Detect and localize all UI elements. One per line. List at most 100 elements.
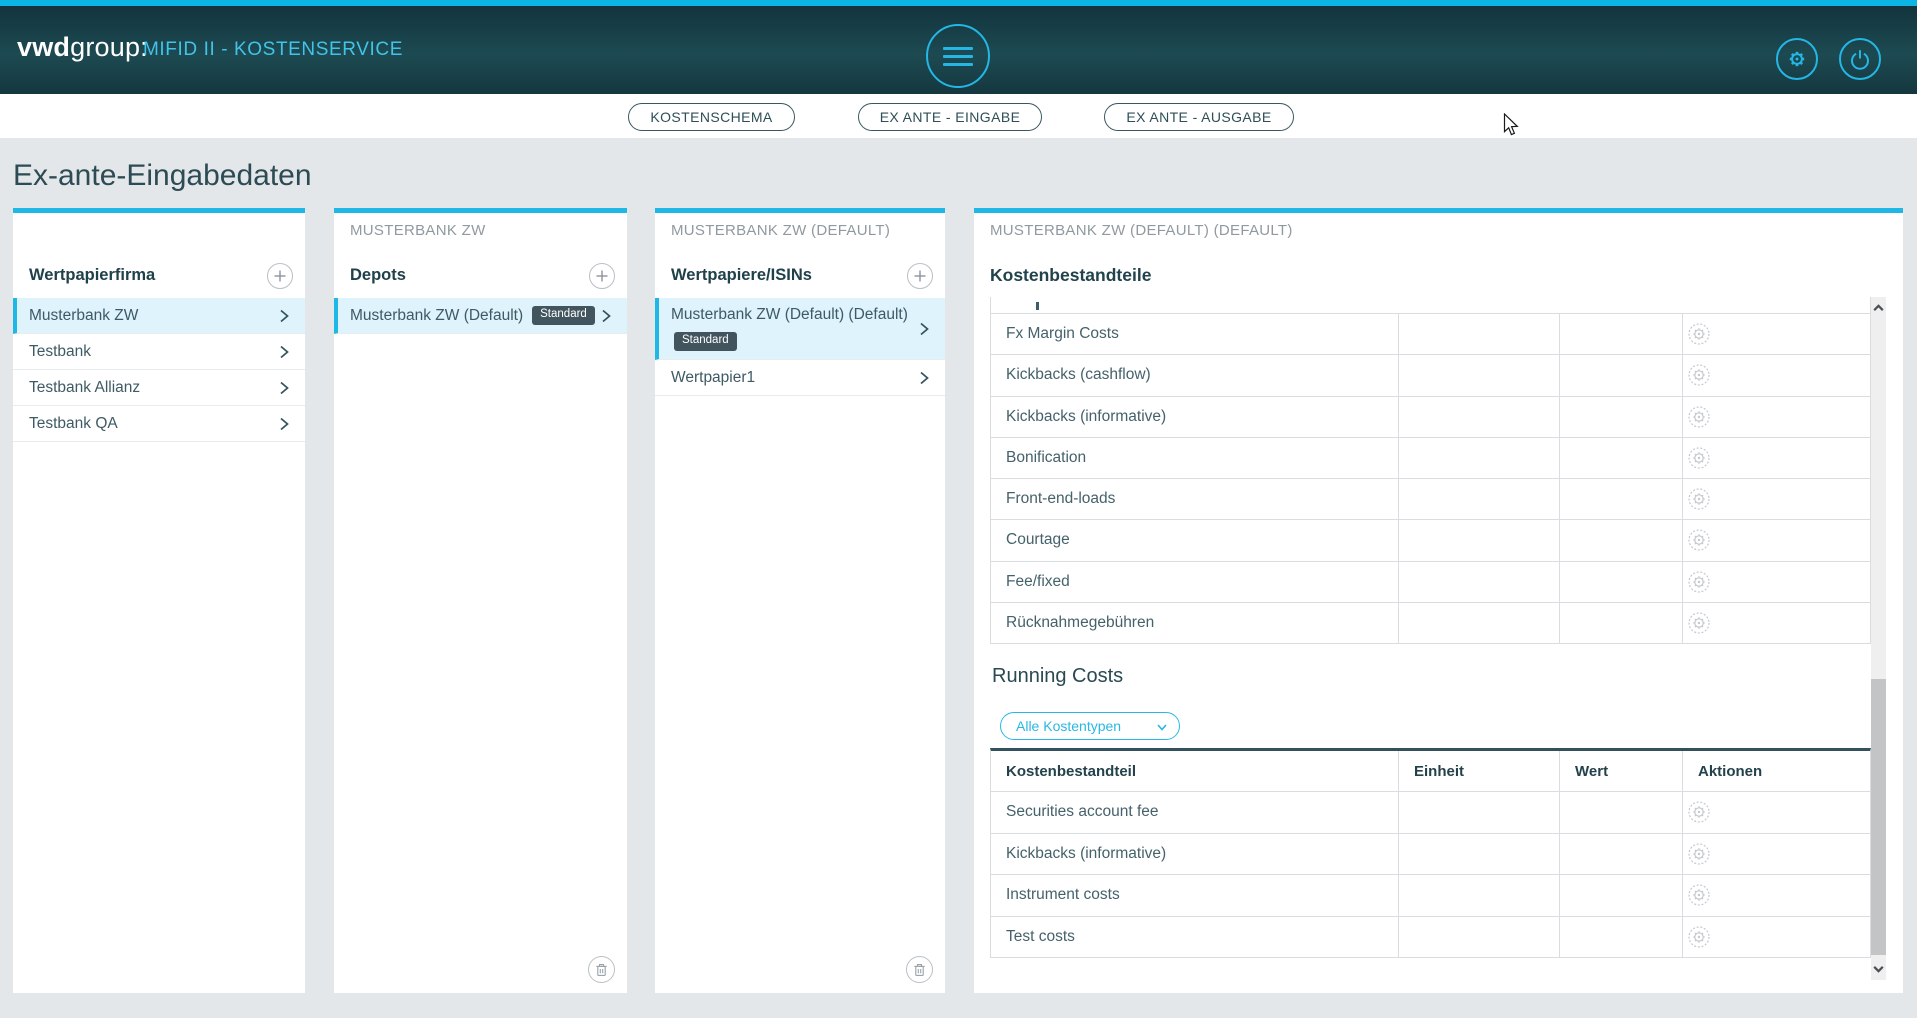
scrollbar-down-arrow-icon[interactable] [1871,958,1886,980]
standard-badge: Standard [674,332,737,351]
cost-components-table: Fx Margin Costs Kickbacks (cashflow) [990,297,1871,644]
running-cost-einheit-cell [1398,834,1559,875]
cost-row: Kickbacks (cashflow) [991,355,1870,396]
cost-row: Bonification [991,438,1870,479]
gear-icon[interactable] [1688,323,1710,345]
securities-panel: MUSTERBANK ZW (DEFAULT) Wertpapiere/ISIN… [655,208,945,993]
cost-row-label: Kickbacks (informative) [991,397,1398,437]
trash-icon[interactable] [906,956,933,983]
running-cost-row: Kickbacks (informative) [991,834,1870,876]
security-item-musterbank-default-default[interactable]: Musterbank ZW (Default) (Default) Standa… [655,298,945,360]
cost-row-einheit-cell [1398,479,1559,519]
running-cost-row-label: Instrument costs [991,875,1398,916]
firms-list: Musterbank ZW Testbank Testbank Allianz … [13,298,305,442]
running-cost-row-label: Securities account fee [991,792,1398,833]
chevron-right-icon [597,307,615,325]
cost-row-actions-cell [1682,355,1870,395]
cost-row-actions-cell [1682,397,1870,437]
firm-item-testbank[interactable]: Testbank [13,334,305,370]
depot-item-musterbank-zw-default[interactable]: Musterbank ZW (Default) Standard [334,298,627,334]
cost-row-wert-cell [1559,314,1682,354]
running-costs-table: Kostenbestandteil Einheit Wert Aktionen … [990,748,1871,958]
chevron-right-icon [275,307,293,325]
vertical-scrollbar[interactable] [1871,297,1886,980]
trash-icon[interactable] [588,956,615,983]
gear-icon[interactable] [1688,447,1710,469]
cost-row: Fx Margin Costs [991,314,1870,355]
gear-icon[interactable] [1688,571,1710,593]
cost-row-label: Front-end-loads [991,479,1398,519]
settings-gear-icon[interactable] [1776,38,1818,80]
standard-badge: Standard [532,306,595,325]
nav-strip: KOSTENSCHEMA EX ANTE - EINGABE EX ANTE -… [0,94,1917,138]
partially-scrolled-row [991,297,1870,314]
clipped-text-fragment [1036,302,1039,310]
firm-item-testbank-allianz[interactable]: Testbank Allianz [13,370,305,406]
cost-row-einheit-cell [1398,314,1559,354]
cost-row: Fee/fixed [991,562,1870,603]
tab-ex-ante-ausgabe[interactable]: EX ANTE - AUSGABE [1104,103,1294,131]
securities-list: Musterbank ZW (Default) (Default) Standa… [655,298,945,396]
cost-row: Rücknahmegebühren [991,603,1870,644]
tab-kostenschema[interactable]: KOSTENSCHEMA [628,103,795,131]
cost-row: Front-end-loads [991,479,1870,520]
running-cost-row-label: Kickbacks (informative) [991,834,1398,875]
column-header-kostenbestandteil: Kostenbestandteil [991,751,1398,791]
cost-row-wert-cell [1559,603,1682,643]
running-cost-wert-cell [1559,917,1682,958]
cost-row-wert-cell [1559,479,1682,519]
hamburger-bar [943,63,973,66]
security-item-wertpapier1[interactable]: Wertpapier1 [655,360,945,396]
depots-panel: MUSTERBANK ZW Depots Musterbank ZW (Defa… [334,208,627,993]
cost-row-label: Bonification [991,438,1398,478]
cost-type-filter-select[interactable]: Alle Kostentypen [1000,712,1180,740]
running-cost-einheit-cell [1398,792,1559,833]
cost-row: Kickbacks (informative) [991,397,1870,438]
power-logout-icon[interactable] [1839,38,1881,80]
cost-row-wert-cell [1559,520,1682,560]
add-depot-button[interactable] [589,263,615,289]
firm-item-label: Musterbank ZW [29,307,138,325]
hamburger-menu-icon[interactable] [926,24,990,88]
vwd-group-logo: vwdgroup: [17,32,148,63]
cost-row-actions-cell [1682,562,1870,602]
running-costs-table-header: Kostenbestandteil Einheit Wert Aktionen [991,751,1870,792]
gear-icon[interactable] [1688,884,1710,906]
gear-icon[interactable] [1688,926,1710,948]
gear-icon[interactable] [1688,488,1710,510]
running-cost-einheit-cell [1398,875,1559,916]
running-cost-row: Instrument costs [991,875,1870,917]
firm-item-testbank-qa[interactable]: Testbank QA [13,406,305,442]
detail-panel: MUSTERBANK ZW (DEFAULT) (DEFAULT) Kosten… [974,208,1903,993]
running-cost-actions-cell [1682,834,1870,875]
chevron-right-icon [915,369,933,387]
running-cost-wert-cell [1559,792,1682,833]
hamburger-bar [943,47,973,50]
cost-row-label: Fx Margin Costs [991,314,1398,354]
app-header: vwdgroup: MIFID II - KOSTENSERVICE [0,6,1917,94]
gear-icon[interactable] [1688,801,1710,823]
firms-panel: Wertpapierfirma Musterbank ZW Testbank T… [13,208,305,993]
cost-row-label: Rücknahmegebühren [991,603,1398,643]
kostenbestandteile-title: Kostenbestandteile [990,265,1151,286]
securities-panel-header: MUSTERBANK ZW (DEFAULT) [671,222,890,239]
cost-row-wert-cell [1559,438,1682,478]
add-security-button[interactable] [907,263,933,289]
cost-row-label: Courtage [991,520,1398,560]
gear-icon[interactable] [1688,529,1710,551]
gear-icon[interactable] [1688,364,1710,386]
gear-icon[interactable] [1688,612,1710,634]
scrollbar-thumb[interactable] [1871,679,1886,955]
cost-row-wert-cell [1559,355,1682,395]
add-firm-button[interactable] [267,263,293,289]
logo-rest-part: group: [70,32,148,62]
gear-icon[interactable] [1688,406,1710,428]
running-cost-einheit-cell [1398,917,1559,958]
cost-row-einheit-cell [1398,397,1559,437]
tab-ex-ante-eingabe[interactable]: EX ANTE - EINGABE [858,103,1042,131]
firm-item-musterbank-zw[interactable]: Musterbank ZW [13,298,305,334]
security-item-label: Musterbank ZW (Default) (Default) [671,306,945,324]
firms-section-row: Wertpapierfirma [13,261,305,293]
scrollbar-up-arrow-icon[interactable] [1871,297,1886,318]
gear-icon[interactable] [1688,843,1710,865]
